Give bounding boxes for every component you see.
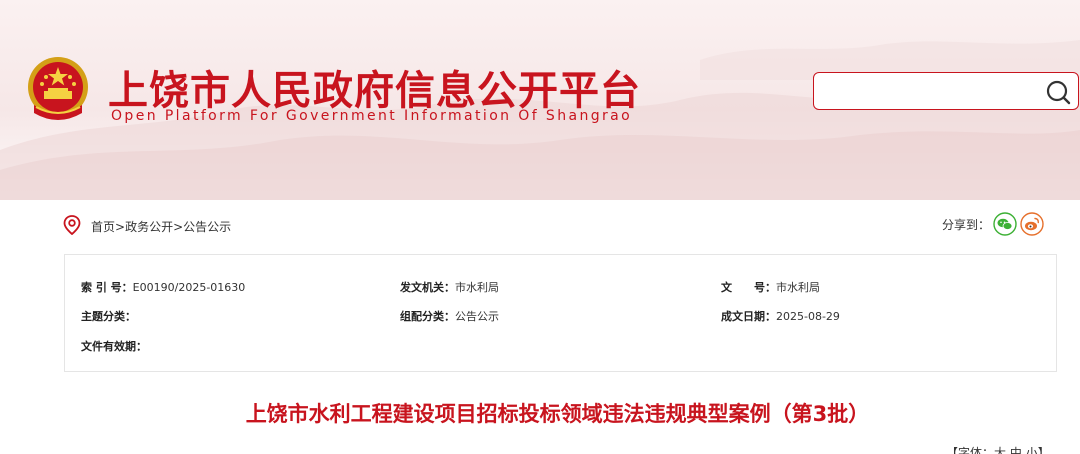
breadcrumb-notices-link[interactable]: 公告公示	[183, 220, 231, 234]
info-issuer: 发文机关：市水利局	[400, 279, 499, 295]
info-date: 成文日期：2025-08-29	[721, 308, 840, 324]
info-doc-no-value: 市水利局	[776, 281, 820, 294]
info-issuer-value: 市水利局	[455, 281, 499, 294]
font-size-suffix: 】	[1037, 446, 1050, 454]
breadcrumb-home-link[interactable]: 首页	[91, 220, 115, 234]
font-size-control: 【字体：大 中 小】	[946, 444, 1050, 454]
search-input[interactable]	[824, 79, 1034, 103]
info-topic: 主题分类：	[81, 308, 136, 324]
weibo-icon[interactable]	[1020, 212, 1044, 236]
info-doc-no-label: 文 号：	[721, 281, 776, 294]
article-title: 上饶市水利工程建设项目招标投标领域违法违规典型案例（第3批）	[245, 402, 870, 426]
info-index-no: 索 引 号：E00190/2025-01630	[81, 279, 245, 295]
info-date-value: 2025-08-29	[776, 310, 840, 323]
info-issuer-label: 发文机关：	[400, 281, 455, 294]
font-size-large-button[interactable]: 大	[994, 446, 1006, 454]
info-date-label: 成文日期：	[721, 310, 776, 323]
location-pin-icon	[63, 215, 81, 235]
share-label: 分享到：	[942, 218, 991, 232]
breadcrumb: 首页>政务公开>公告公示	[91, 218, 231, 235]
info-category: 组配分类：公告公示	[400, 308, 499, 324]
search-box	[813, 72, 1079, 110]
info-doc-no: 文 号：市水利局	[721, 279, 820, 295]
info-index-no-value: E00190/2025-01630	[132, 281, 246, 294]
info-category-value: 公告公示	[455, 310, 499, 323]
wechat-icon[interactable]	[993, 212, 1017, 236]
font-size-prefix: 【字体：	[946, 446, 995, 454]
document-info-panel: 索 引 号：E00190/2025-01630 发文机关：市水利局 文 号：市水…	[64, 254, 1057, 372]
info-validity-label: 文件有效期：	[81, 340, 147, 353]
font-size-small-button[interactable]: 小	[1026, 446, 1038, 454]
info-index-no-label: 索 引 号：	[81, 281, 133, 294]
breadcrumb-open-gov-link[interactable]: 政务公开	[125, 220, 173, 234]
search-icon[interactable]	[1044, 79, 1072, 105]
site-subtitle: Open Platform For Government Information…	[111, 108, 633, 124]
font-size-medium-button[interactable]: 中	[1010, 446, 1022, 454]
info-topic-label: 主题分类：	[81, 310, 136, 323]
national-emblem-icon	[28, 57, 88, 120]
breadcrumb-separator: >	[173, 220, 184, 234]
breadcrumb-separator: >	[115, 220, 126, 234]
info-validity: 文件有效期：	[81, 338, 147, 354]
info-category-label: 组配分类：	[400, 310, 455, 323]
